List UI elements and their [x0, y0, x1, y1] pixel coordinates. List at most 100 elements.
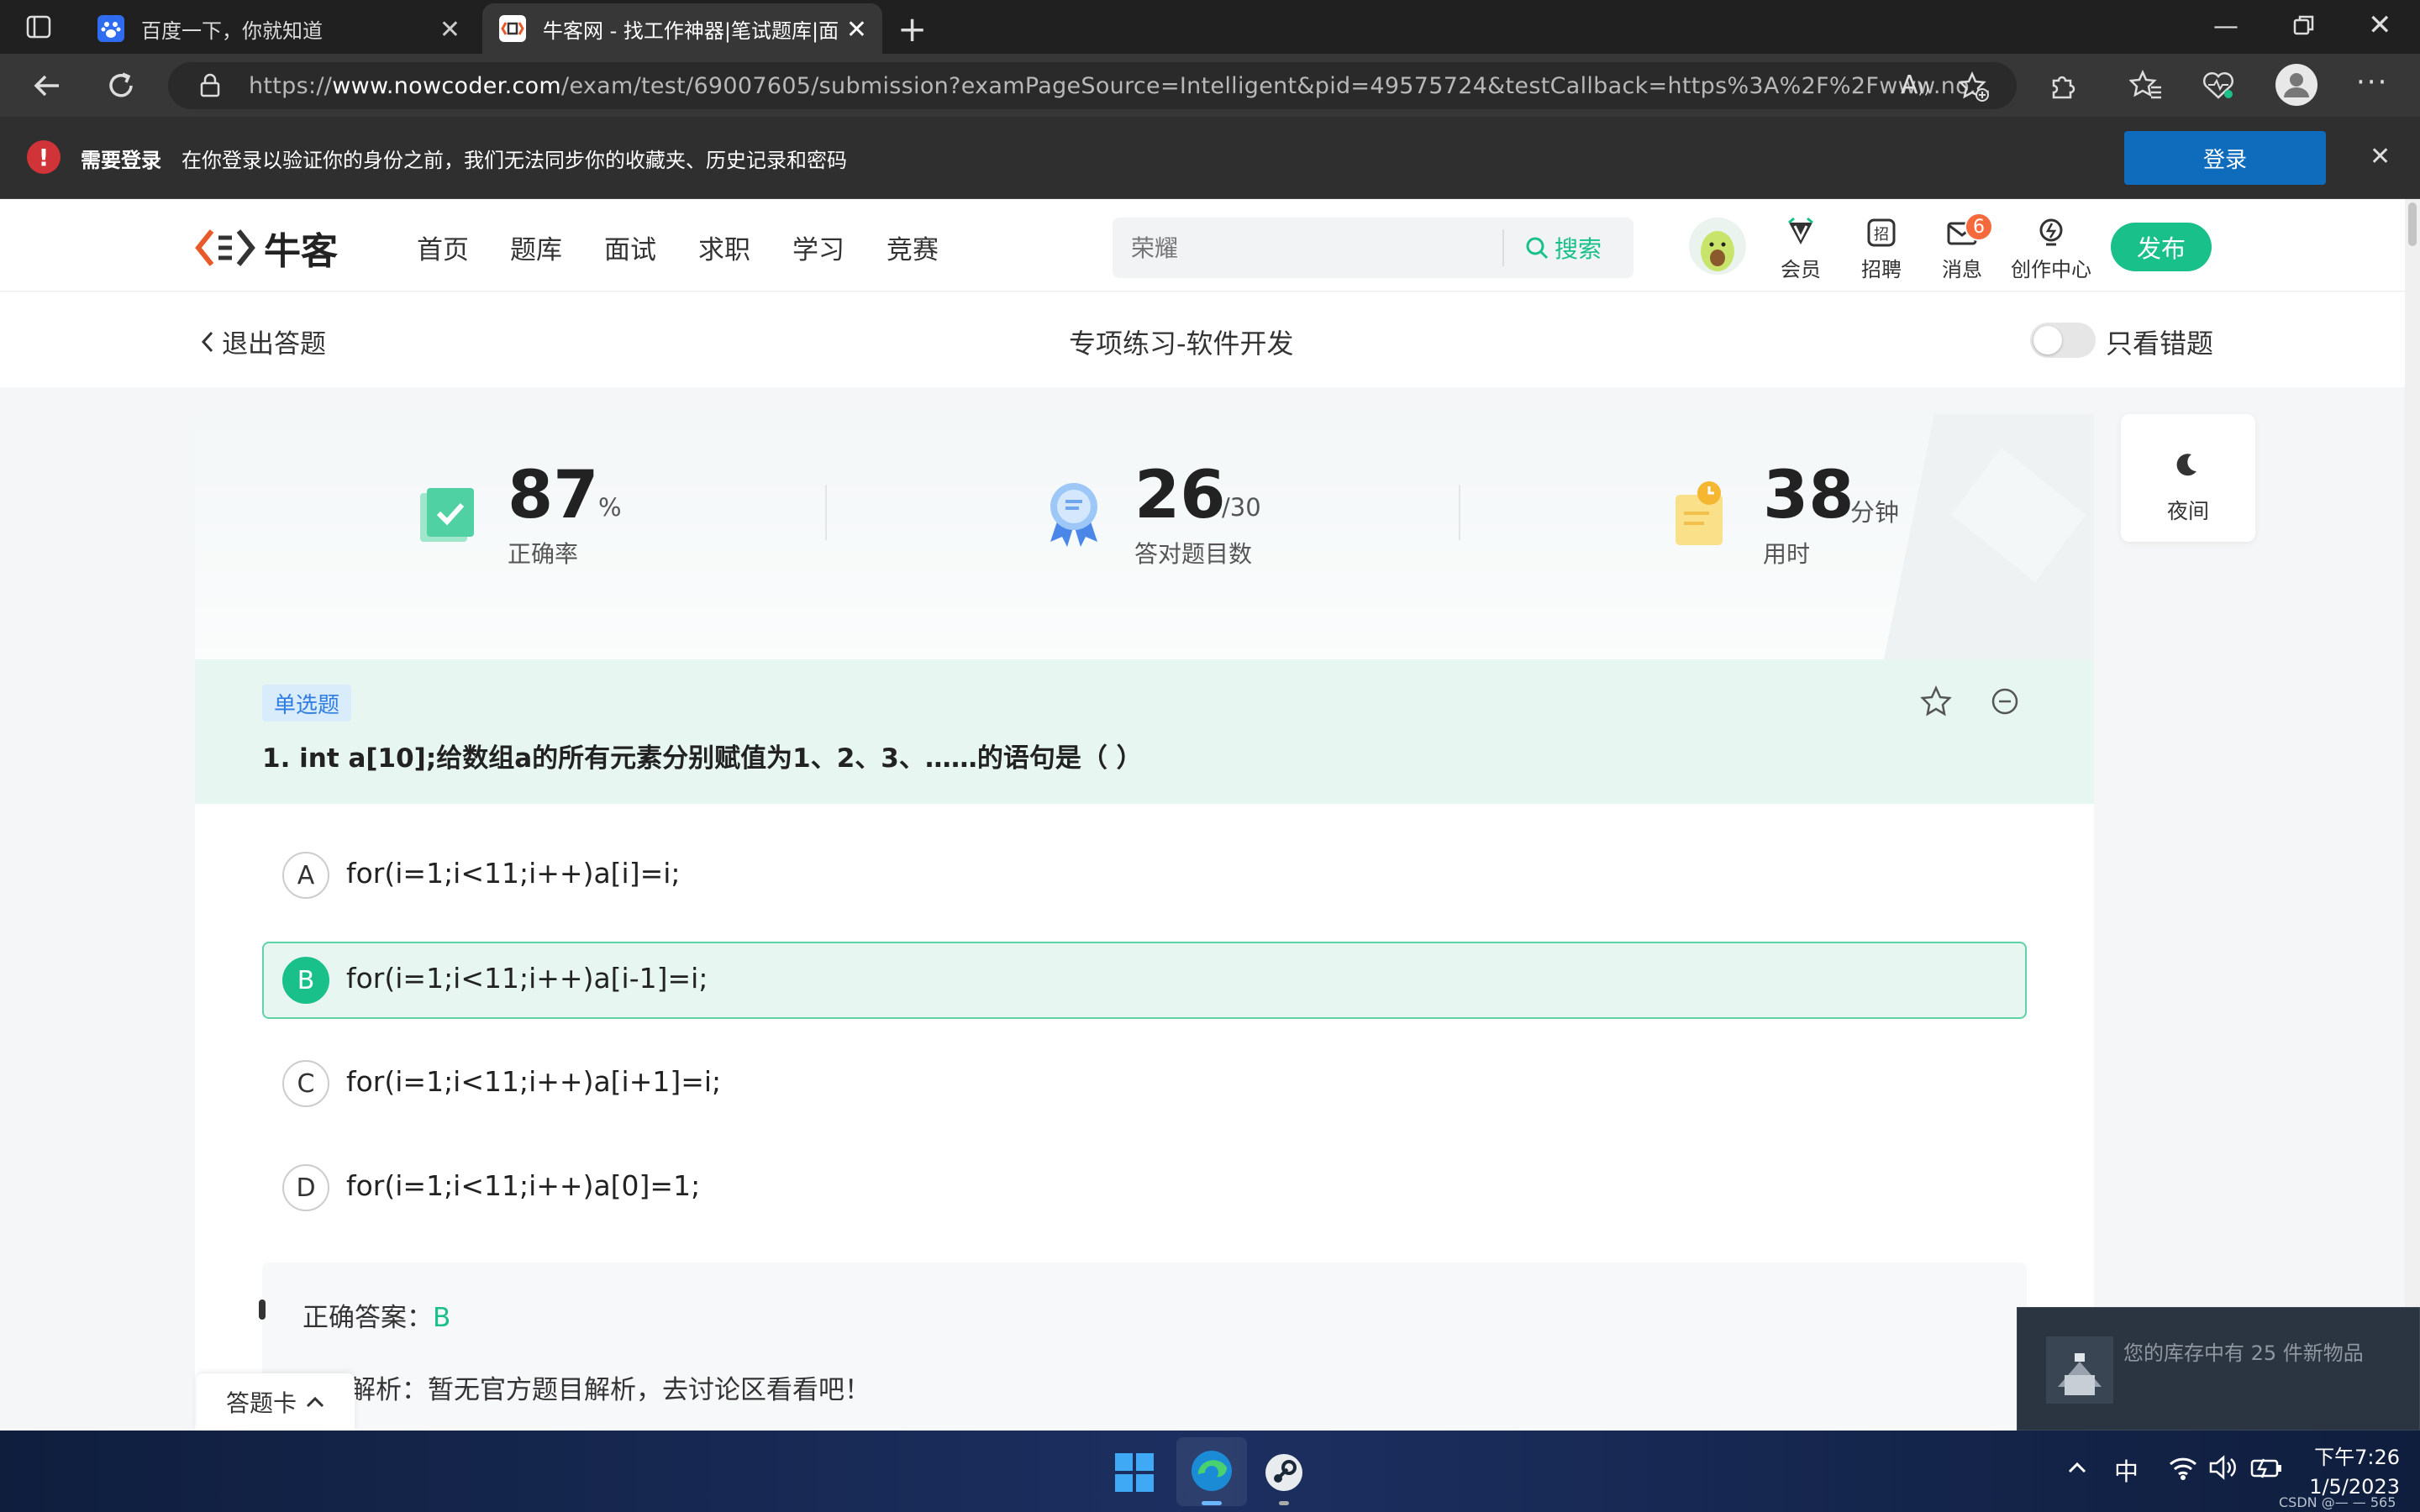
profile-avatar-icon[interactable]: [2275, 64, 2317, 106]
edge-icon: [1192, 1451, 1232, 1491]
nav-jobs[interactable]: 求职: [698, 228, 750, 266]
vip-item[interactable]: 会员: [1763, 216, 1839, 282]
lock-icon[interactable]: [198, 73, 222, 98]
option-text: for(i=1;i<11;i++)a[0]=1;: [346, 1169, 701, 1202]
site-header: 牛客 首页 题库 面试 求职 学习 竞赛 搜索 会员 招 招聘 消息 6 创作中…: [0, 199, 2420, 291]
chevron-up-icon: [306, 1396, 324, 1408]
taskbar-edge[interactable]: [1176, 1437, 1247, 1506]
notification-text: 您的库存中有 25 件新物品: [2123, 1341, 2364, 1365]
time-used-value: 38: [1763, 458, 1854, 533]
scrollbar-thumb[interactable]: [2408, 202, 2417, 246]
search-icon: [1526, 237, 1549, 260]
tab-nowcoder[interactable]: 牛客网 - 找工作神器|笔试题库|面 ✕: [482, 3, 882, 54]
recruit-item[interactable]: 招 招聘: [1844, 216, 1919, 282]
nav-interview[interactable]: 面试: [604, 228, 656, 266]
baidu-paw-icon: [97, 15, 124, 42]
messages-item[interactable]: 消息 6: [1924, 213, 2000, 282]
nav-home[interactable]: 首页: [417, 228, 469, 266]
exam-title: 专项练习-软件开发: [1069, 328, 1294, 360]
search-input[interactable]: [1131, 231, 1551, 265]
nav-contest[interactable]: 竞赛: [886, 228, 939, 266]
active-indicator: [1202, 1501, 1222, 1505]
login-button[interactable]: 登录: [2124, 131, 2326, 185]
option-c[interactable]: C for(i=1;i<11;i++)a[i+1]=i;: [262, 1045, 2027, 1122]
scrollbar[interactable]: [2405, 199, 2420, 1431]
answer-panel: 正确答案：B 解析：暂无官方题目解析，去讨论区看看吧！: [259, 1263, 2027, 1434]
logo-text: 牛客: [264, 230, 338, 273]
favorite-add-icon[interactable]: [1958, 71, 1990, 102]
correct-count-unit: /30: [1222, 493, 1261, 522]
nav-learn[interactable]: 学习: [792, 228, 844, 266]
collapse-icon[interactable]: [1990, 686, 2020, 717]
option-letter: B: [282, 957, 329, 1004]
tab-title: 百度一下，你就知道: [141, 18, 323, 43]
recruit-icon: 招: [1867, 218, 1896, 247]
show-hidden-icons[interactable]: [2065, 1456, 2089, 1479]
csdn-watermark: CSDN @— — 565: [2279, 1494, 2396, 1510]
bulb-icon: [2039, 218, 2063, 246]
answer-card-button[interactable]: 答题卡: [197, 1373, 355, 1431]
extensions-icon[interactable]: [2047, 71, 2077, 101]
wifi-icon[interactable]: [2168, 1454, 2198, 1481]
steam-icon[interactable]: [1264, 1452, 1304, 1505]
tab-close-icon[interactable]: ✕: [846, 15, 867, 45]
tab-actions-icon[interactable]: [25, 13, 52, 40]
browser-essentials-icon[interactable]: [2202, 71, 2235, 101]
decorative-shape-icon: [1884, 414, 2094, 659]
battery-icon[interactable]: [2250, 1456, 2284, 1479]
minimize-icon[interactable]: —: [2213, 12, 2238, 41]
option-a[interactable]: A for(i=1;i<11;i++)a[i]=i;: [262, 837, 2027, 914]
time-used-label: 用时: [1763, 540, 1811, 568]
night-mode-button[interactable]: 夜间: [2121, 414, 2255, 542]
correct-count-label: 答对题目数: [1134, 540, 1253, 568]
taskbar: 中 下午7:26 1/5/2023 CSDN @— — 565: [0, 1431, 2420, 1512]
check-book-icon: [420, 488, 474, 542]
option-d[interactable]: D for(i=1;i<11;i++)a[0]=1;: [262, 1149, 2027, 1226]
new-tab-icon[interactable]: +: [897, 8, 927, 50]
exam-subheader: 退出答题 专项练习-软件开发 只看错题: [0, 292, 2420, 387]
medal-icon: [1050, 483, 1097, 547]
url-text[interactable]: https://www.nowcoder.com/exam/test/69007…: [249, 73, 1991, 99]
vip-icon: [1788, 217, 1813, 244]
tab-close-icon[interactable]: ✕: [439, 15, 460, 45]
site-logo[interactable]: 牛客: [193, 221, 338, 275]
clock-time: 下午7:26: [2314, 1446, 2400, 1469]
back-icon[interactable]: [30, 69, 64, 102]
option-letter: C: [282, 1060, 329, 1107]
clock[interactable]: 下午7:26 1/5/2023: [2307, 1441, 2400, 1499]
user-avatar[interactable]: [1689, 218, 1746, 275]
more-menu-icon[interactable]: ···: [2356, 66, 2388, 99]
creator-center-item[interactable]: 创作中心: [2005, 216, 2097, 282]
address-bar: https://www.nowcoder.com/exam/test/69007…: [0, 54, 2420, 117]
exit-exam-button[interactable]: 退出答题: [198, 323, 326, 360]
analysis-text: 解析：暂无官方题目解析，去讨论区看看吧！: [350, 1375, 871, 1405]
wrong-only-toggle[interactable]: [2030, 323, 2096, 358]
publish-button[interactable]: 发布: [2111, 223, 2212, 271]
star-icon[interactable]: [1919, 685, 1953, 718]
nowcoder-icon: [499, 15, 526, 42]
stat-divider: [825, 485, 827, 540]
inventory-notification[interactable]: 您的库存中有 25 件新物品: [2017, 1307, 2420, 1431]
refresh-icon[interactable]: [104, 69, 138, 102]
question-text: 1. int a[10];给数组a的所有元素分别赋值为1、2、3、……的语句是（…: [262, 743, 1143, 774]
url-field[interactable]: https://www.nowcoder.com/exam/test/69007…: [168, 62, 2017, 109]
read-aloud-icon[interactable]: A)): [1901, 71, 1930, 100]
infobar-close-icon[interactable]: ✕: [2370, 142, 2391, 171]
nav-question-bank[interactable]: 题库: [510, 228, 562, 266]
tab-baidu[interactable]: 百度一下，你就知道 ✕: [81, 3, 476, 54]
option-letter: A: [282, 852, 329, 899]
sign-in-infobar: ! 需要登录 在你登录以验证你的身份之前，我们无法同步你的收藏夹、历史记录和密码…: [0, 117, 2420, 199]
restore-icon[interactable]: [2292, 13, 2316, 37]
message-badge: 6: [1965, 213, 1993, 241]
search-button[interactable]: 搜索: [1524, 231, 1602, 265]
option-b-selected[interactable]: B for(i=1;i<11;i++)a[i-1]=i;: [262, 942, 2027, 1019]
search-box: 搜索: [1113, 218, 1634, 278]
window-close-icon[interactable]: ✕: [2368, 8, 2392, 42]
volume-icon[interactable]: [2208, 1454, 2237, 1481]
ime-indicator[interactable]: 中: [2114, 1452, 2139, 1488]
running-indicator: [1279, 1501, 1289, 1505]
favorites-icon[interactable]: [2129, 69, 2163, 102]
windows-start-icon[interactable]: [1114, 1452, 1155, 1493]
answer-marker: [259, 1299, 266, 1320]
nowcoder-logo-icon: [195, 229, 255, 266]
